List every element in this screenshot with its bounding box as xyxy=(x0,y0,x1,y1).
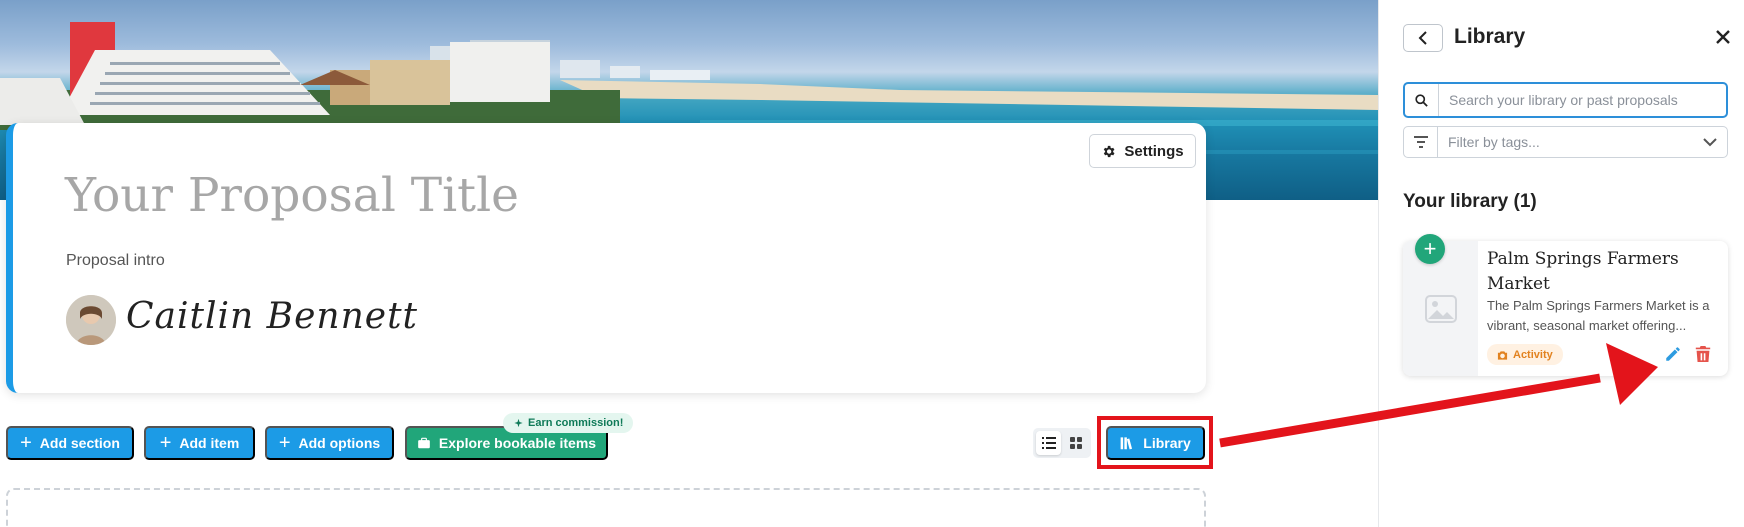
add-item-button[interactable]: + Add item xyxy=(144,426,255,460)
explore-label: Explore bookable items xyxy=(438,435,597,451)
filter-glyph xyxy=(1413,136,1428,148)
library-item-title: Palm Springs Farmers Market xyxy=(1487,249,1679,294)
search-input[interactable] xyxy=(1439,92,1726,108)
chevron-down-glyph xyxy=(1703,137,1717,146)
plus-icon: + xyxy=(278,432,291,454)
sparkle-icon xyxy=(514,418,523,427)
filter-placeholder: Filter by tags... xyxy=(1448,134,1540,150)
app-root: Settings Your Proposal Title Proposal in… xyxy=(0,0,1744,527)
panel-title: Library xyxy=(1454,25,1526,48)
proposal-intro[interactable]: Proposal intro xyxy=(66,252,165,270)
add-options-button[interactable]: + Add options xyxy=(265,426,394,460)
settings-button-label: Settings xyxy=(1124,142,1184,160)
add-section-button[interactable]: + Add section xyxy=(6,426,134,460)
image-glyph xyxy=(1424,294,1457,323)
add-to-proposal-button[interactable]: + xyxy=(1415,234,1445,264)
chevron-left-icon xyxy=(1418,31,1427,45)
library-item-description-line: The Palm Springs Farmers Market is a xyxy=(1487,298,1710,313)
list-icon xyxy=(1041,437,1056,449)
signature: Caitlin Bennett xyxy=(126,296,419,337)
image-placeholder-icon xyxy=(1403,241,1478,376)
content-drop-zone[interactable] xyxy=(6,488,1206,527)
add-options-label: Add options xyxy=(298,435,381,451)
delete-icon[interactable] xyxy=(1695,345,1713,363)
edit-icon[interactable] xyxy=(1664,345,1682,363)
activity-tag-label: Activity xyxy=(1513,348,1553,361)
activity-tag: Activity xyxy=(1487,344,1563,365)
library-section-title: Your library (1) xyxy=(1403,191,1537,212)
grid-view-button[interactable] xyxy=(1063,431,1088,455)
close-glyph xyxy=(1716,30,1730,44)
filter-icon xyxy=(1404,127,1438,157)
pencil-glyph xyxy=(1666,347,1680,361)
tag-filter-select[interactable]: Filter by tags... xyxy=(1403,126,1728,158)
view-mode-toggle xyxy=(1033,428,1091,458)
settings-button[interactable]: Settings xyxy=(1089,134,1196,168)
earn-commission-text: Earn commission! xyxy=(528,417,624,429)
library-item-description-line: vibrant, seasonal market offering... xyxy=(1487,318,1687,333)
avatar-photo xyxy=(66,295,116,345)
library-search xyxy=(1403,82,1728,118)
proposal-title[interactable]: Your Proposal Title xyxy=(65,168,519,223)
magnifier-glyph xyxy=(1415,93,1428,107)
add-item-label: Add item xyxy=(179,435,240,451)
plus-icon: + xyxy=(20,432,32,454)
library-item-description: The Palm Springs Farmers Market is a vib… xyxy=(1487,296,1722,336)
plus-icon: + xyxy=(159,432,172,454)
camera-icon xyxy=(1497,350,1508,360)
briefcase-icon xyxy=(418,437,430,449)
library-button-highlight xyxy=(1097,416,1213,469)
list-view-button[interactable] xyxy=(1036,431,1061,455)
gear-icon xyxy=(1104,145,1115,157)
avatar xyxy=(66,295,116,345)
search-icon xyxy=(1405,84,1439,116)
proposal-header-card xyxy=(6,123,1206,393)
add-section-label: Add section xyxy=(39,435,120,451)
chevron-down-icon xyxy=(1693,137,1727,147)
grid-icon xyxy=(1069,437,1082,449)
back-button[interactable] xyxy=(1403,24,1443,52)
close-icon[interactable] xyxy=(1712,24,1734,50)
trash-glyph xyxy=(1695,346,1711,362)
earn-commission-badge: Earn commission! xyxy=(503,413,634,433)
